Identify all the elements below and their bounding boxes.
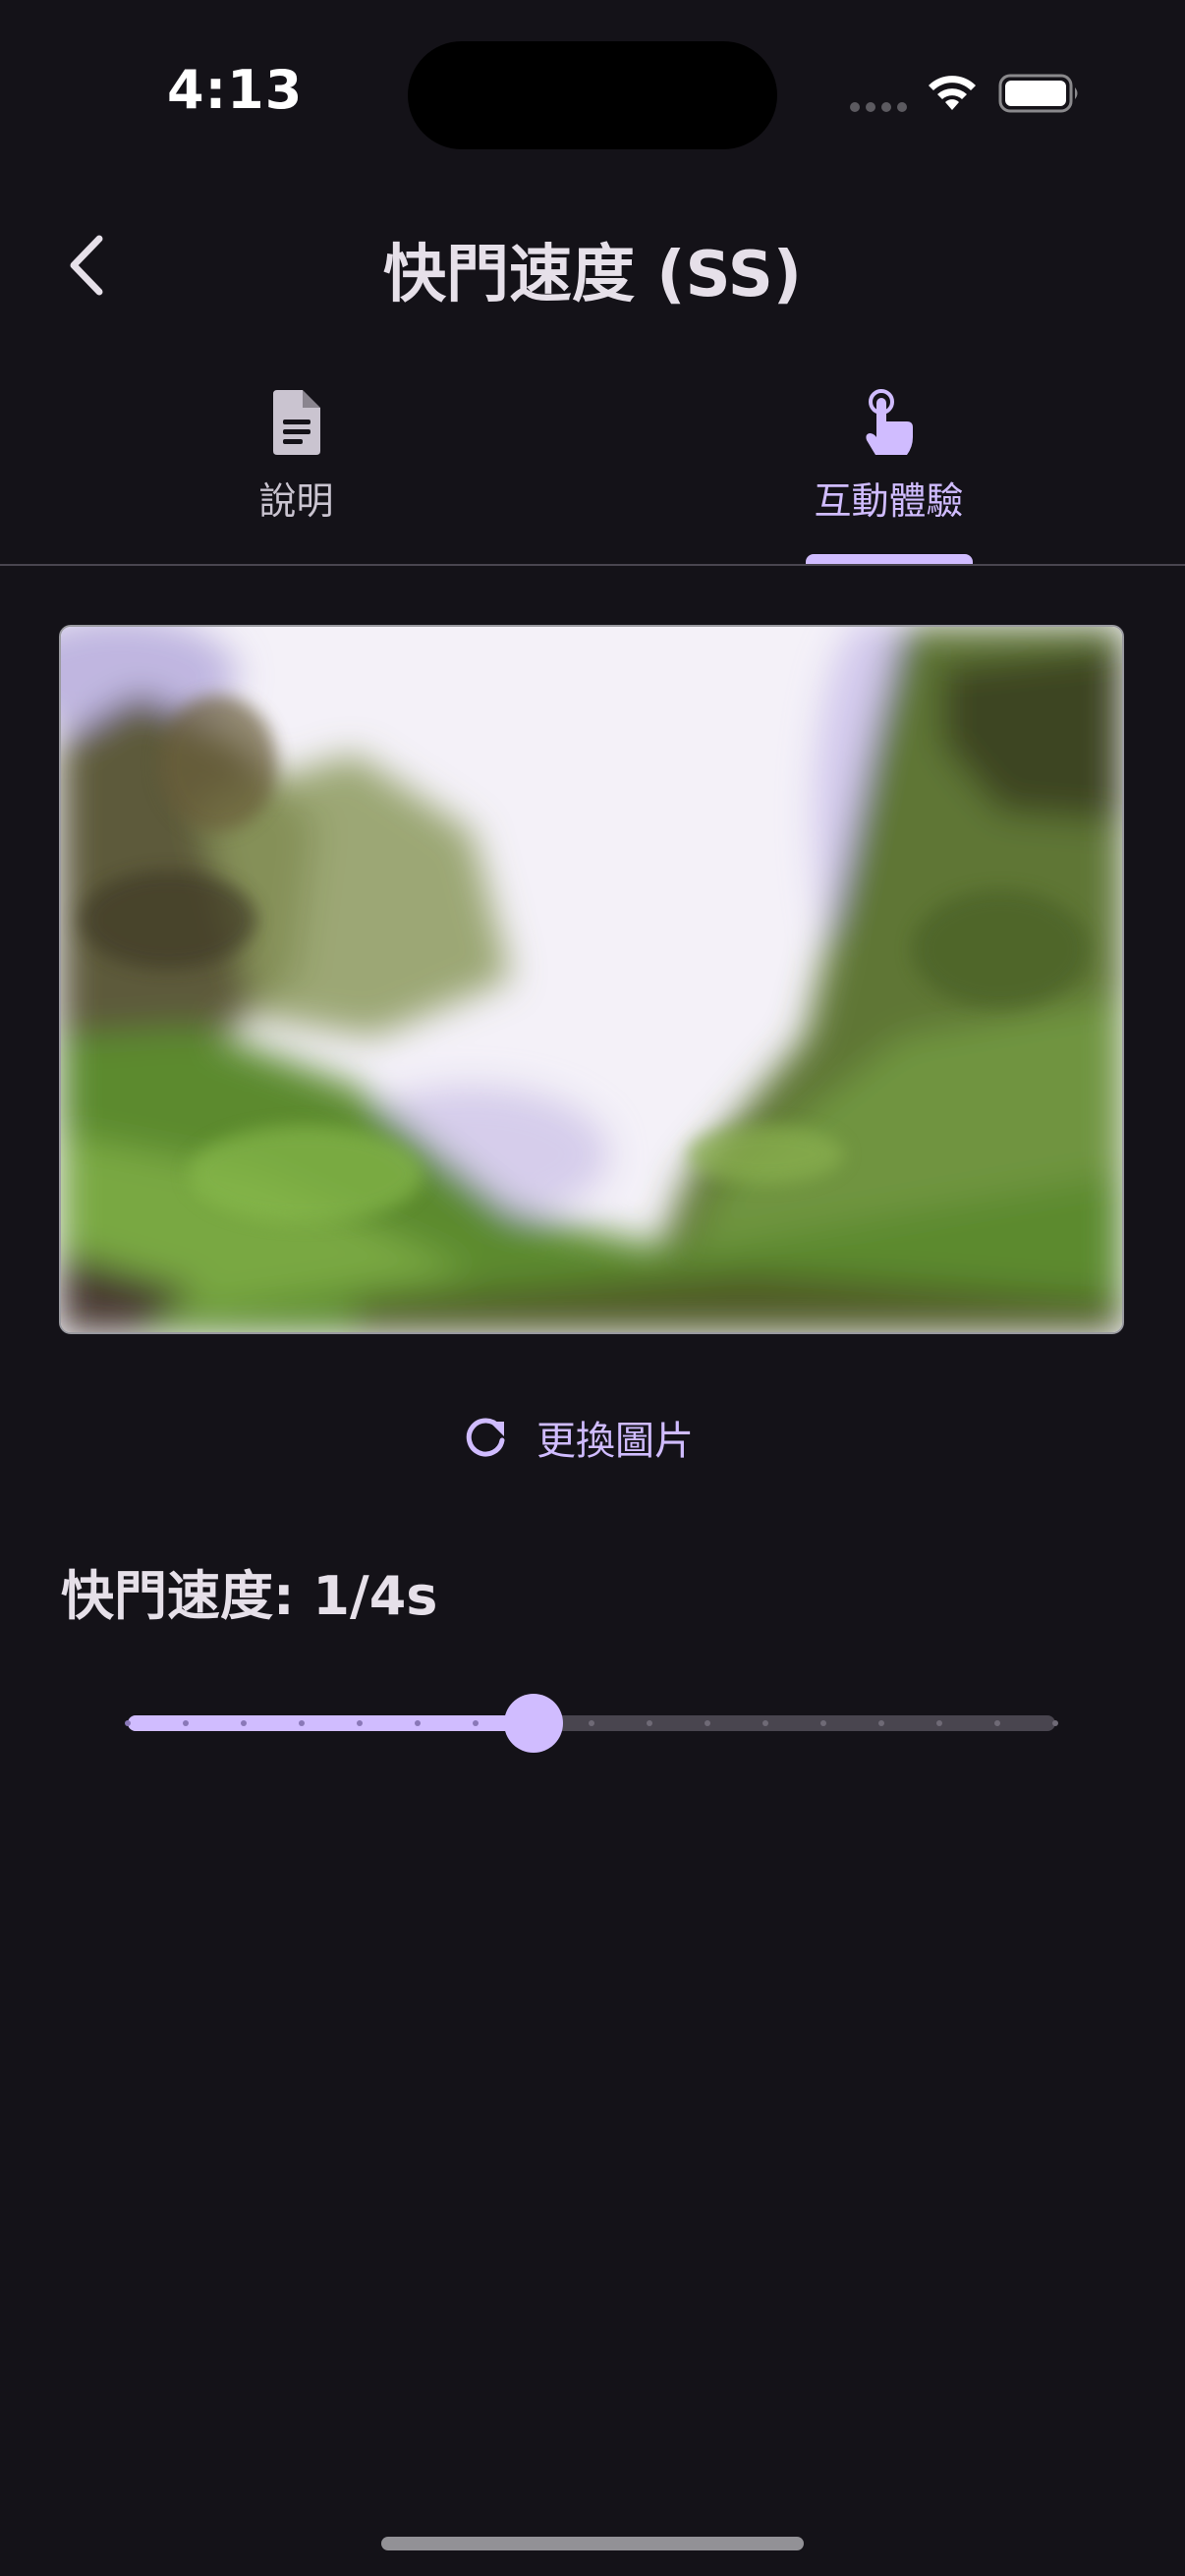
tab-description-label: 說明 <box>258 479 334 523</box>
slider-tick <box>762 1720 768 1726</box>
tab-interactive[interactable]: 互動體驗 <box>592 373 1185 564</box>
tab-description[interactable]: 說明 <box>0 373 592 564</box>
change-image-label: 更換圖片 <box>536 1419 694 1464</box>
slider-tick <box>878 1720 884 1726</box>
change-image-button[interactable]: 更換圖片 <box>462 1393 694 1482</box>
dynamic-island <box>408 41 777 149</box>
slider-tick <box>589 1720 594 1726</box>
slider-tick <box>994 1720 1000 1726</box>
tabs-divider <box>0 564 1185 566</box>
tab-indicator <box>805 554 973 564</box>
tab-interactive-label: 互動體驗 <box>814 479 964 523</box>
slider-tick <box>820 1720 826 1726</box>
slider-tick <box>357 1720 363 1726</box>
cellular-signal-icon <box>850 102 907 112</box>
slider-tick <box>241 1720 247 1726</box>
tab-bar: 說明 互動體驗 <box>0 373 1185 564</box>
shutter-speed-slider[interactable] <box>125 1690 1058 1757</box>
slider-tick <box>647 1720 652 1726</box>
screen: 4:13 快門速度 (SS) 說明 互動體驗 更換圖片 快門速度: 1/4s <box>0 0 1185 2576</box>
page-title: 快門速度 (SS) <box>382 239 803 311</box>
status-time: 4:13 <box>167 59 304 121</box>
preview-image <box>59 625 1124 1334</box>
slider-tick <box>415 1720 421 1726</box>
battery-icon <box>998 74 1078 113</box>
wifi-icon <box>929 76 976 110</box>
slider-thumb[interactable] <box>504 1694 563 1753</box>
home-indicator <box>381 2537 804 2550</box>
blurred-waterfall-image <box>61 627 1122 1332</box>
slider-tick <box>936 1720 942 1726</box>
slider-tick <box>299 1720 305 1726</box>
slider-tick <box>473 1720 479 1726</box>
slider-tick <box>125 1720 131 1726</box>
tap-hand-icon <box>865 389 913 455</box>
slider-tick <box>705 1720 710 1726</box>
slider-tick <box>183 1720 189 1726</box>
shutter-speed-label: 快門速度: 1/4s <box>61 1565 438 1627</box>
slider-tick <box>1052 1720 1058 1726</box>
refresh-icon <box>466 1418 505 1457</box>
document-icon <box>272 390 320 455</box>
